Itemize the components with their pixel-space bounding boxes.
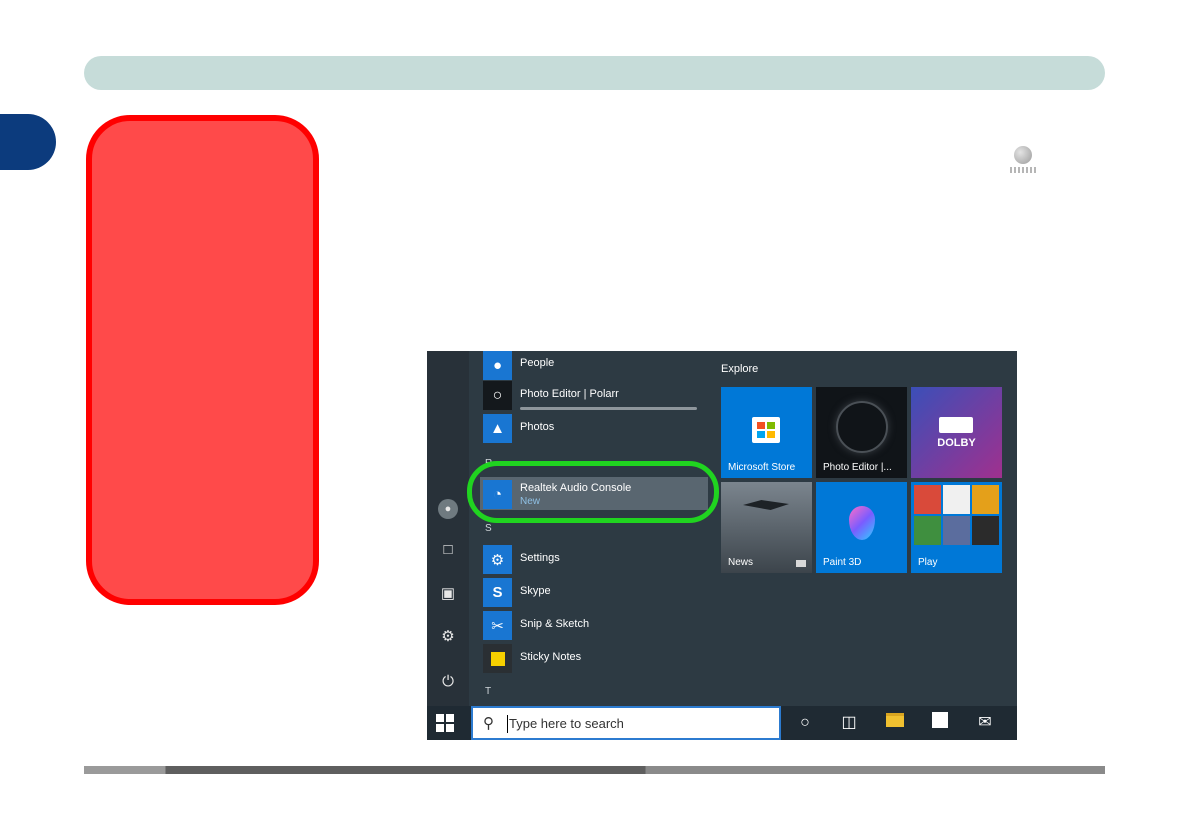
- tile-label: News: [728, 557, 754, 568]
- file-explorer-icon[interactable]: [884, 712, 906, 734]
- app-label: Snip & Sketch: [520, 618, 590, 630]
- taskbar-search-box[interactable]: ⚲ Type here to search: [471, 706, 781, 740]
- task-view-icon[interactable]: ◫: [838, 712, 860, 734]
- app-label: People: [520, 357, 555, 369]
- app-snip-sketch[interactable]: ✂ Snip & Sketch: [483, 611, 709, 641]
- tile-photo-editor[interactable]: Photo Editor |...: [816, 387, 907, 478]
- tile-news[interactable]: News: [721, 482, 812, 573]
- footer-rule: [84, 766, 1105, 774]
- manual-page: ● □ ▣ ⚙ ⏻ ● People ○ Photo Editor | Pola…: [0, 0, 1190, 838]
- tile-play[interactable]: Play: [911, 482, 1002, 573]
- highlight-ring: [467, 461, 719, 523]
- gear-icon: ⚙: [483, 545, 512, 574]
- chapter-tab: [0, 114, 56, 170]
- polarr-icon: ○: [483, 381, 512, 410]
- app-label: Photo Editor | Polarr: [520, 388, 619, 400]
- windows-start-button[interactable]: [436, 714, 454, 732]
- tile-group-title: Explore: [721, 363, 759, 375]
- app-label: Settings: [520, 552, 560, 564]
- app-sticky-notes[interactable]: Sticky Notes: [483, 644, 709, 674]
- tile-label: Photo Editor |...: [823, 462, 892, 473]
- app-settings[interactable]: ⚙ Settings: [483, 545, 709, 575]
- app-label: Photos: [520, 421, 555, 433]
- speaker-icon: [1010, 146, 1036, 176]
- mail-icon[interactable]: ✉: [974, 712, 996, 734]
- app-label: Sticky Notes: [520, 651, 582, 663]
- dolby-wordmark: DOLBY: [937, 437, 976, 449]
- cortana-icon[interactable]: ○: [794, 712, 816, 734]
- games-grid: [914, 485, 999, 545]
- tile-label: Paint 3D: [823, 557, 862, 568]
- search-icon: ⚲: [483, 715, 494, 732]
- people-icon: ●: [483, 351, 512, 380]
- documents-icon[interactable]: □: [437, 539, 459, 561]
- store-taskbar-icon[interactable]: [929, 712, 951, 734]
- tile-label: Play: [918, 557, 938, 568]
- taskbar: ⚲ Type here to search ○ ◫ ✉: [427, 706, 1017, 740]
- text-caret: [507, 715, 508, 733]
- start-menu-screenshot: ● □ ▣ ⚙ ⏻ ● People ○ Photo Editor | Pola…: [427, 351, 1017, 740]
- app-label: Skype: [520, 585, 551, 597]
- news-badge-icon: [796, 560, 806, 567]
- polarr-ring-icon: [836, 401, 888, 453]
- app-skype[interactable]: S Skype: [483, 578, 709, 608]
- dolby-logo-icon: [939, 417, 973, 433]
- power-icon[interactable]: ⏻: [437, 671, 459, 693]
- tile-label: Microsoft Store: [728, 462, 796, 473]
- sticky-note-icon: [483, 644, 512, 673]
- tile-paint-3d[interactable]: Paint 3D: [816, 482, 907, 573]
- callout-box: [86, 115, 319, 605]
- tile-microsoft-store[interactable]: Microsoft Store: [721, 387, 812, 478]
- start-rail: ● □ ▣ ⚙ ⏻: [427, 351, 469, 708]
- search-placeholder: Type here to search: [509, 716, 624, 731]
- store-bag-icon: [752, 417, 780, 443]
- tile-dolby[interactable]: DOLBY: [911, 387, 1002, 478]
- paint-drop-icon: [849, 506, 875, 540]
- header-band: [84, 56, 1105, 90]
- app-people[interactable]: ● People: [483, 351, 709, 381]
- airplane-photo: [743, 500, 789, 510]
- letter-header-t[interactable]: T: [485, 686, 491, 697]
- scissors-icon: ✂: [483, 611, 512, 640]
- pictures-icon[interactable]: ▣: [437, 583, 459, 605]
- photos-icon: ▲: [483, 414, 512, 443]
- app-photos[interactable]: ▲ Photos: [483, 414, 709, 444]
- user-icon[interactable]: ●: [438, 499, 458, 519]
- install-progress: [520, 407, 697, 410]
- settings-gear-icon[interactable]: ⚙: [437, 626, 459, 648]
- letter-header-s[interactable]: S: [485, 523, 492, 534]
- skype-icon: S: [483, 578, 512, 607]
